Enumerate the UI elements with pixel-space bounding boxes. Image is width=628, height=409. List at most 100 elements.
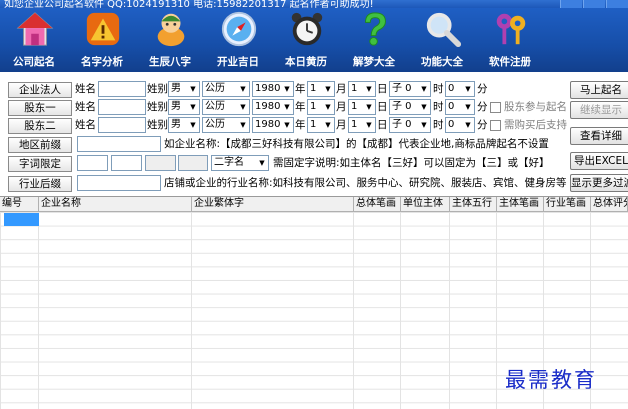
house-icon	[16, 12, 54, 46]
purchase-support-label: 需购买后支持	[504, 119, 567, 131]
shareholder-2-calendar-select[interactable]: 公历 ▼	[202, 117, 250, 133]
close-button[interactable]	[606, 0, 628, 8]
legal-person-calendar-select[interactable]: 公历 ▼	[202, 81, 250, 97]
maximize-button[interactable]	[583, 0, 605, 8]
shareholder-2-name-input[interactable]	[98, 117, 146, 133]
alarm-clock-icon	[291, 12, 323, 46]
industry-suffix-note: 店铺或企业的行业名称:如科技有限公司、服务中心、研究院、服装店、宾馆、健身房等	[164, 177, 567, 189]
continue-display-button[interactable]: 继续显示	[570, 101, 628, 119]
legal-person-year-select[interactable]: 1980 ▼	[252, 81, 294, 97]
chevron-down-icon: ▼	[281, 82, 293, 96]
chevron-down-icon: ▼	[322, 82, 334, 96]
legal-person-minute-select[interactable]: 0 ▼	[445, 81, 475, 97]
chevron-down-icon: ▼	[418, 118, 430, 132]
table-header: 编号 企业名称 企业繁体字 总体笔画 单位主体 主体五行 主体笔画 行业笔画 总…	[0, 197, 628, 212]
shareholder-1-name-input[interactable]	[98, 99, 146, 115]
view-detail-button[interactable]: 查看详细	[570, 127, 628, 145]
shareholder-1-minute-select[interactable]: 0 ▼	[445, 99, 475, 115]
toolbar-register[interactable]: 软件注册	[480, 10, 540, 70]
region-prefix-note: 如企业名称:【成都三好科技有限公司】的【成都】代表企业地,商标品牌起名不设置	[164, 138, 549, 150]
shareholder-2-month-select[interactable]: 1 ▼	[307, 117, 335, 133]
toolbar-dream-interpretation[interactable]: 解梦大全	[344, 10, 404, 70]
word-limit-input-3[interactable]	[145, 155, 176, 171]
word-limit-input-1[interactable]	[77, 155, 108, 171]
chevron-down-icon: ▼	[363, 100, 375, 114]
year-unit: 年	[295, 119, 306, 131]
toolbar-almanac[interactable]: 本日黄历	[276, 10, 336, 70]
shareholder-2-minute-select[interactable]: 0 ▼	[445, 117, 475, 133]
shareholder-2-year-select[interactable]: 1980 ▼	[252, 117, 294, 133]
name-length-select[interactable]: 二字名 ▼	[211, 155, 269, 171]
shareholder-participate-checkbox[interactable]	[490, 102, 501, 113]
chevron-down-icon: ▼	[237, 118, 249, 132]
column-header[interactable]: 行业笔画	[544, 197, 591, 212]
minute-unit: 分	[477, 101, 488, 113]
shareholder-1-gender-select[interactable]: 男 ▼	[168, 99, 200, 115]
minute-unit: 分	[477, 119, 488, 131]
day-unit: 日	[377, 119, 388, 131]
gender-label: 姓别	[147, 83, 168, 95]
legal-person-gender-select[interactable]: 男 ▼	[168, 81, 200, 97]
toolbar-birth-chart[interactable]: 生辰八字	[140, 10, 200, 70]
column-header[interactable]: 总体笔画	[354, 197, 401, 212]
export-excel-button[interactable]: 导出EXCEL	[570, 152, 628, 170]
minimize-button[interactable]	[560, 0, 582, 8]
legal-person-hour-select[interactable]: 子 0 ▼	[389, 81, 431, 97]
selected-row[interactable]	[4, 213, 39, 226]
warning-sign-icon	[86, 12, 120, 46]
shareholder-1-month-select[interactable]: 1 ▼	[307, 99, 335, 115]
legal-person-name-input[interactable]	[98, 81, 146, 97]
column-header[interactable]: 企业名称	[39, 197, 192, 212]
word-limit-input-2[interactable]	[111, 155, 142, 171]
legal-person-month-select[interactable]: 1 ▼	[307, 81, 335, 97]
industry-suffix-label: 行业后缀	[8, 176, 72, 192]
chevron-down-icon: ▼	[418, 100, 430, 114]
shareholder-participate-label: 股东参与起名	[504, 101, 567, 113]
toolbar-all-functions[interactable]: 功能大全	[412, 10, 472, 70]
shareholder-1-hour-select[interactable]: 子 0 ▼	[389, 99, 431, 115]
shareholder-2-label: 股东二	[8, 118, 72, 134]
column-header[interactable]: 单位主体	[401, 197, 450, 212]
chevron-down-icon: ▼	[187, 82, 199, 96]
legal-person-label: 企业法人	[8, 82, 72, 98]
region-prefix-input[interactable]	[77, 136, 161, 152]
toolbar-company-naming[interactable]: 公司起名	[4, 10, 64, 70]
toolbar-name-analysis[interactable]: 名字分析	[72, 10, 132, 70]
day-unit: 日	[377, 101, 388, 113]
chevron-down-icon: ▼	[237, 82, 249, 96]
main-toolbar: 公司起名 名字分析 生辰八字 开业吉日 本日黄历 解梦大全 功能大全 软件注册	[0, 8, 628, 72]
shareholder-2-day-select[interactable]: 1 ▼	[348, 117, 376, 133]
column-header[interactable]: 主体笔画	[497, 197, 544, 212]
toolbar-opening-day[interactable]: 开业吉日	[208, 10, 268, 70]
name-label: 姓名	[75, 119, 96, 131]
gender-label: 姓别	[147, 119, 168, 131]
naming-form: 企业法人 姓名 姓别 男 ▼ 公历 ▼ 1980 ▼ 年 1 ▼ 月 1 ▼ 日 子 0 ▼…	[0, 72, 628, 196]
column-header[interactable]: 主体五行	[450, 197, 497, 212]
word-limit-input-4[interactable]	[178, 155, 208, 171]
legal-person-day-select[interactable]: 1 ▼	[348, 81, 376, 97]
hour-unit: 时	[433, 83, 444, 95]
column-header[interactable]: 编号	[0, 197, 39, 212]
purchase-support-checkbox[interactable]	[490, 120, 501, 131]
shareholder-1-label: 股东一	[8, 100, 72, 116]
chevron-down-icon: ▼	[363, 82, 375, 96]
baby-icon	[157, 13, 185, 47]
chevron-down-icon: ▼	[322, 100, 334, 114]
minute-unit: 分	[477, 83, 488, 95]
start-naming-button[interactable]: 马上起名	[570, 81, 628, 99]
question-mark-icon	[365, 12, 386, 46]
shareholder-1-calendar-select[interactable]: 公历 ▼	[202, 99, 250, 115]
shareholder-1-day-select[interactable]: 1 ▼	[348, 99, 376, 115]
shareholder-1-year-select[interactable]: 1980 ▼	[252, 99, 294, 115]
chevron-down-icon: ▼	[322, 118, 334, 132]
column-header[interactable]: 企业繁体字	[192, 197, 354, 212]
shareholder-2-hour-select[interactable]: 子 0 ▼	[389, 117, 431, 133]
chevron-down-icon: ▼	[363, 118, 375, 132]
industry-suffix-input[interactable]	[77, 175, 161, 191]
shareholder-2-gender-select[interactable]: 男 ▼	[168, 117, 200, 133]
chevron-down-icon: ▼	[187, 100, 199, 114]
show-more-filter-button[interactable]: 显示更多过滤	[570, 174, 628, 192]
name-label: 姓名	[75, 83, 96, 95]
chevron-down-icon: ▼	[462, 100, 474, 114]
column-header[interactable]: 总体评分	[591, 197, 628, 212]
